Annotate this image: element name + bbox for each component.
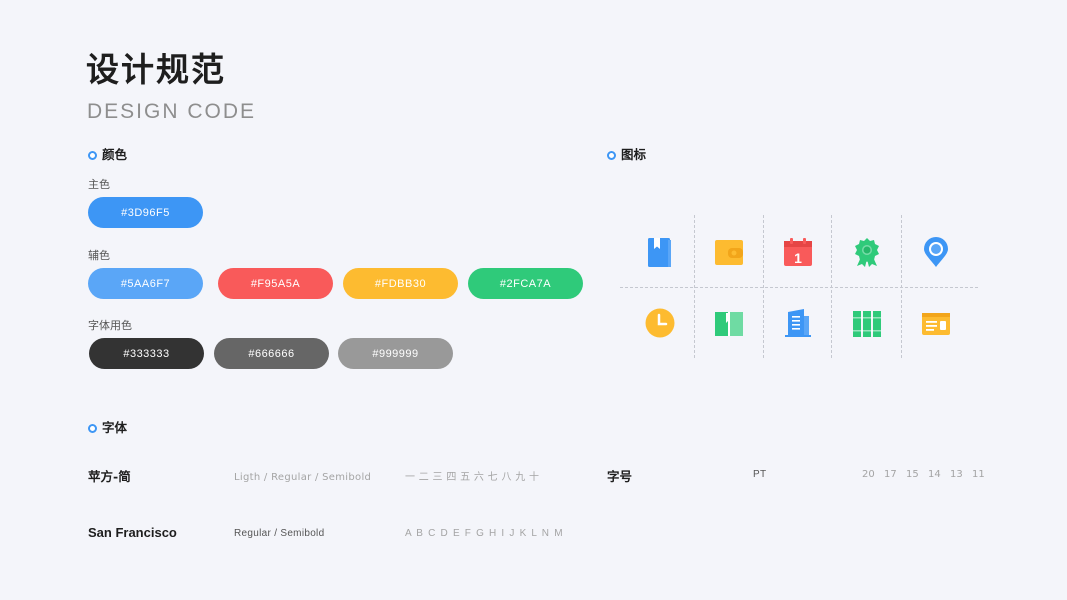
calendar-day: 1 (794, 250, 802, 266)
font-size-list: 20 17 15 14 13 11 (862, 468, 994, 482)
font-family-name: 苹方-简 (88, 469, 131, 484)
font-color-label: 字体用色 (88, 319, 132, 332)
font-sample: A B C D E F G H I J K L N M (405, 528, 564, 539)
bookshelf-icon (852, 308, 882, 338)
secondary-color-label: 辅色 (88, 249, 110, 262)
icons-section-heading: 图标 (607, 147, 646, 163)
id-card-icon (921, 308, 951, 338)
font-sample: 一 二 三 四 五 六 七 八 九 十 (405, 472, 540, 483)
fonts-section-heading: 字体 (88, 420, 127, 436)
font-size-value: 14 (928, 469, 941, 480)
badge-icon (852, 237, 882, 267)
font-family-name: San Francisco (88, 525, 177, 540)
font-color-swatch: #666666 (214, 338, 329, 369)
font-size-value: 20 (862, 469, 875, 480)
design-spec-page: 设计规范 DESIGN CODE 颜色 主色 #3D96F5 辅色 #5AA6F… (0, 0, 1067, 600)
font-size-value: 17 (884, 469, 897, 480)
icon-grid: 1 (620, 215, 980, 358)
location-pin-icon (921, 237, 951, 267)
wallet-icon (714, 237, 744, 267)
grid-divider (620, 287, 978, 288)
font-weights: Ligth / Regular / Semibold (234, 472, 372, 483)
secondary-color-swatch: #F95A5A (218, 268, 333, 299)
colors-section-heading: 颜色 (88, 147, 127, 163)
section-bullet-icon (607, 150, 616, 160)
font-color-swatch: #999999 (338, 338, 453, 369)
fonts-section-label: 字体 (102, 420, 128, 435)
font-size-label: 字号 (607, 469, 633, 484)
book-icon (645, 237, 675, 267)
secondary-color-swatch: #2FCA7A (468, 268, 583, 299)
font-size-unit: PT (753, 469, 767, 480)
font-size-value: 11 (972, 469, 985, 480)
secondary-color-swatch: #FDBB30 (343, 268, 458, 299)
secondary-color-swatch: #5AA6F7 (88, 268, 203, 299)
font-size-value: 15 (906, 469, 919, 480)
colors-section-label: 颜色 (102, 147, 128, 162)
clock-icon (645, 308, 675, 338)
building-icon (783, 308, 813, 338)
section-bullet-icon (88, 423, 97, 433)
page-title: 设计规范 (86, 50, 226, 89)
primary-color-label: 主色 (88, 178, 110, 191)
font-size-value: 13 (950, 469, 963, 480)
section-bullet-icon (88, 150, 97, 160)
calendar-icon: 1 (783, 237, 813, 267)
open-book-icon (714, 308, 744, 338)
icons-section-label: 图标 (621, 147, 647, 162)
font-color-swatch: #333333 (89, 338, 204, 369)
page-subtitle: DESIGN CODE (87, 100, 257, 123)
primary-color-swatch: #3D96F5 (88, 197, 203, 228)
font-weights: Regular / Semibold (234, 528, 325, 539)
